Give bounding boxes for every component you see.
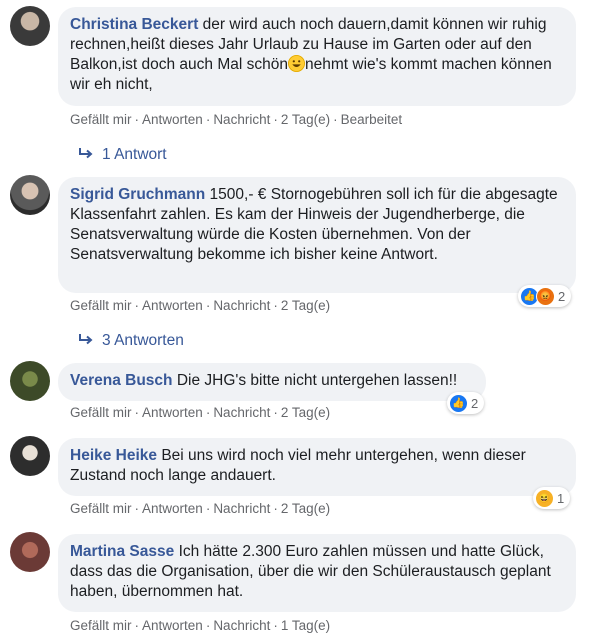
comment-author[interactable]: Christina Beckert xyxy=(70,16,198,33)
comment-bubble: Verena Busch Die JHG's bitte nicht unter… xyxy=(58,363,486,401)
comment-bubble: Martina Sasse Ich hätte 2.300 Euro zahle… xyxy=(58,534,576,612)
replies-count: 3 Antworten xyxy=(102,332,184,349)
view-replies-link[interactable]: 3 Antworten xyxy=(78,332,184,350)
message-link[interactable]: Nachricht xyxy=(213,112,270,127)
reply-link[interactable]: Antworten xyxy=(142,298,203,313)
comment-bubble: Heike Heike Bei uns wird noch viel mehr … xyxy=(58,438,576,496)
comment-author[interactable]: Heike Heike xyxy=(70,447,157,464)
angry-reaction-icon: 😡 xyxy=(536,286,555,306)
message-link[interactable]: Nachricht xyxy=(213,618,270,633)
timestamp[interactable]: 2 Tag(e) xyxy=(281,501,330,516)
avatar[interactable] xyxy=(10,436,50,476)
avatar[interactable] xyxy=(10,175,50,215)
reaction-summary[interactable]: 👍 😡 2 xyxy=(518,285,572,307)
timestamp[interactable]: 2 Tag(e) xyxy=(281,112,330,127)
comment-actions: Gefällt mir · Antworten · Nachricht · 1 Tag(e) xyxy=(70,618,330,633)
reply-arrow-icon xyxy=(78,146,102,164)
timestamp[interactable]: 1 Tag(e) xyxy=(281,618,330,633)
comment-actions: Gefällt mir · Antworten · Nachricht · 2 Tag(e) xyxy=(70,501,330,516)
view-replies-link[interactable]: 1 Antwort xyxy=(78,146,167,164)
comment-author[interactable]: Verena Busch xyxy=(70,372,173,389)
reply-link[interactable]: Antworten xyxy=(142,618,203,633)
comment-bubble: Christina Beckert der wird auch noch dau… xyxy=(58,7,576,106)
like-link[interactable]: Gefällt mir xyxy=(70,618,132,633)
separator: · xyxy=(273,501,278,516)
edited-label[interactable]: Bearbeitet xyxy=(341,112,403,127)
avatar[interactable] xyxy=(10,361,50,401)
comment-author[interactable]: Martina Sasse xyxy=(70,543,174,560)
message-link[interactable]: Nachricht xyxy=(213,405,270,420)
like-link[interactable]: Gefällt mir xyxy=(70,405,132,420)
avatar[interactable] xyxy=(10,532,50,572)
separator: · xyxy=(134,405,140,420)
reply-link[interactable]: Antworten xyxy=(142,501,203,516)
separator: · xyxy=(273,298,278,313)
comment-actions: Gefällt mir · Antworten · Nachricht · 2 Tag(e) xyxy=(70,298,330,313)
separator: · xyxy=(134,298,140,313)
separator: · xyxy=(273,112,278,127)
message-link[interactable]: Nachricht xyxy=(213,298,270,313)
like-link[interactable]: Gefällt mir xyxy=(70,112,132,127)
like-link[interactable]: Gefällt mir xyxy=(70,501,132,516)
separator: · xyxy=(273,618,278,633)
comment-actions: Gefällt mir · Antworten · Nachricht · 2 Tag(e)… xyxy=(70,112,402,127)
reaction-summary[interactable]: 😆 1 xyxy=(533,487,571,509)
separator: · xyxy=(273,405,278,420)
timestamp[interactable]: 2 Tag(e) xyxy=(281,405,330,420)
reply-link[interactable]: Antworten xyxy=(142,112,203,127)
separator: · xyxy=(333,112,338,127)
separator: · xyxy=(134,501,140,516)
reaction-count: 2 xyxy=(471,395,479,411)
comment-bubble: Sigrid Gruchmann 1500,- € Stornogebühren… xyxy=(58,177,576,293)
grinning-face-icon xyxy=(287,55,305,72)
avatar[interactable] xyxy=(10,6,50,46)
comment-author[interactable]: Sigrid Gruchmann xyxy=(70,186,205,203)
separator: · xyxy=(205,405,211,420)
reply-arrow-icon xyxy=(78,332,102,350)
reaction-summary[interactable]: 👍 2 xyxy=(447,392,485,414)
separator: · xyxy=(205,618,211,633)
separator: · xyxy=(134,112,140,127)
haha-reaction-icon: 😆 xyxy=(535,488,554,508)
separator: · xyxy=(205,501,211,516)
separator: · xyxy=(134,618,140,633)
message-link[interactable]: Nachricht xyxy=(213,501,270,516)
separator: · xyxy=(205,112,211,127)
reaction-count: 2 xyxy=(558,288,566,304)
separator: · xyxy=(205,298,211,313)
comment-text: Die JHG's bitte nicht untergehen lassen!… xyxy=(176,372,458,389)
reply-link[interactable]: Antworten xyxy=(142,405,203,420)
replies-count: 1 Antwort xyxy=(102,146,167,163)
like-link[interactable]: Gefällt mir xyxy=(70,298,132,313)
like-reaction-icon: 👍 xyxy=(449,393,468,413)
reaction-count: 1 xyxy=(557,490,565,506)
comment-actions: Gefällt mir · Antworten · Nachricht · 2 Tag(e) xyxy=(70,405,330,420)
timestamp[interactable]: 2 Tag(e) xyxy=(281,298,330,313)
